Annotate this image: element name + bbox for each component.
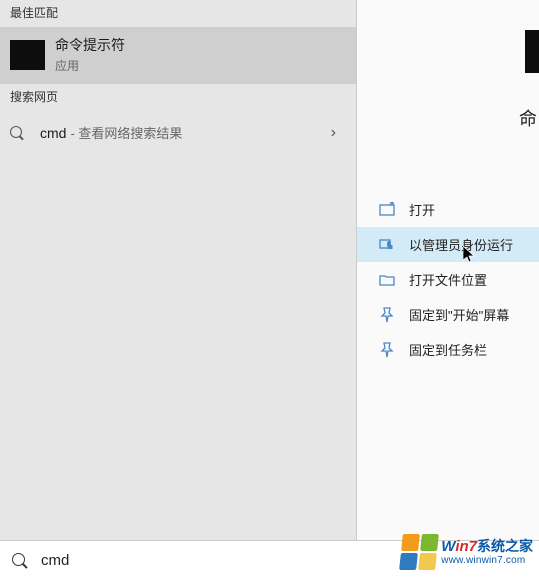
web-search-result[interactable]: cmd - 查看网络搜索结果 › (0, 111, 356, 154)
file-location-icon (379, 272, 395, 288)
open-icon (379, 202, 395, 218)
search-input[interactable] (41, 552, 301, 569)
action-open[interactable]: 打开 (357, 192, 539, 227)
web-hint: - 查看网络搜索结果 (70, 123, 182, 142)
search-results-panel: 最佳匹配 命令提示符 应用 搜索网页 cmd - 查看网络搜索结果 › (0, 0, 356, 540)
action-label: 固定到"开始"屏幕 (409, 305, 509, 324)
result-subtitle: 应用 (55, 57, 125, 74)
action-pin-to-taskbar[interactable]: 固定到任务栏 (357, 332, 539, 367)
details-panel: 命 打开 以管理员身份运行 打开文件位置 (356, 0, 539, 540)
action-list: 打开 以管理员身份运行 打开文件位置 固定到"开始"屏幕 (357, 192, 539, 367)
pin-start-icon (379, 307, 395, 323)
run-admin-icon (379, 237, 395, 253)
search-icon (12, 553, 27, 568)
web-query: cmd (40, 125, 66, 141)
best-match-header: 最佳匹配 (0, 0, 356, 27)
pin-taskbar-icon (379, 342, 395, 358)
search-icon (10, 126, 24, 140)
details-cmd-icon (525, 30, 539, 73)
action-pin-to-start[interactable]: 固定到"开始"屏幕 (357, 297, 539, 332)
action-label: 打开文件位置 (409, 270, 487, 289)
result-text: 命令提示符 应用 (55, 35, 125, 74)
action-open-file-location[interactable]: 打开文件位置 (357, 262, 539, 297)
action-label: 打开 (409, 200, 435, 219)
cmd-icon (10, 40, 45, 70)
action-label: 固定到任务栏 (409, 340, 487, 359)
details-title: 命 (519, 105, 537, 131)
result-title: 命令提示符 (55, 35, 125, 55)
action-label: 以管理员身份运行 (409, 235, 513, 254)
best-match-result[interactable]: 命令提示符 应用 (0, 27, 356, 84)
chevron-right-icon: › (331, 124, 336, 142)
web-search-header: 搜索网页 (0, 84, 356, 111)
action-run-as-admin[interactable]: 以管理员身份运行 (357, 227, 539, 262)
search-bar (0, 540, 539, 580)
